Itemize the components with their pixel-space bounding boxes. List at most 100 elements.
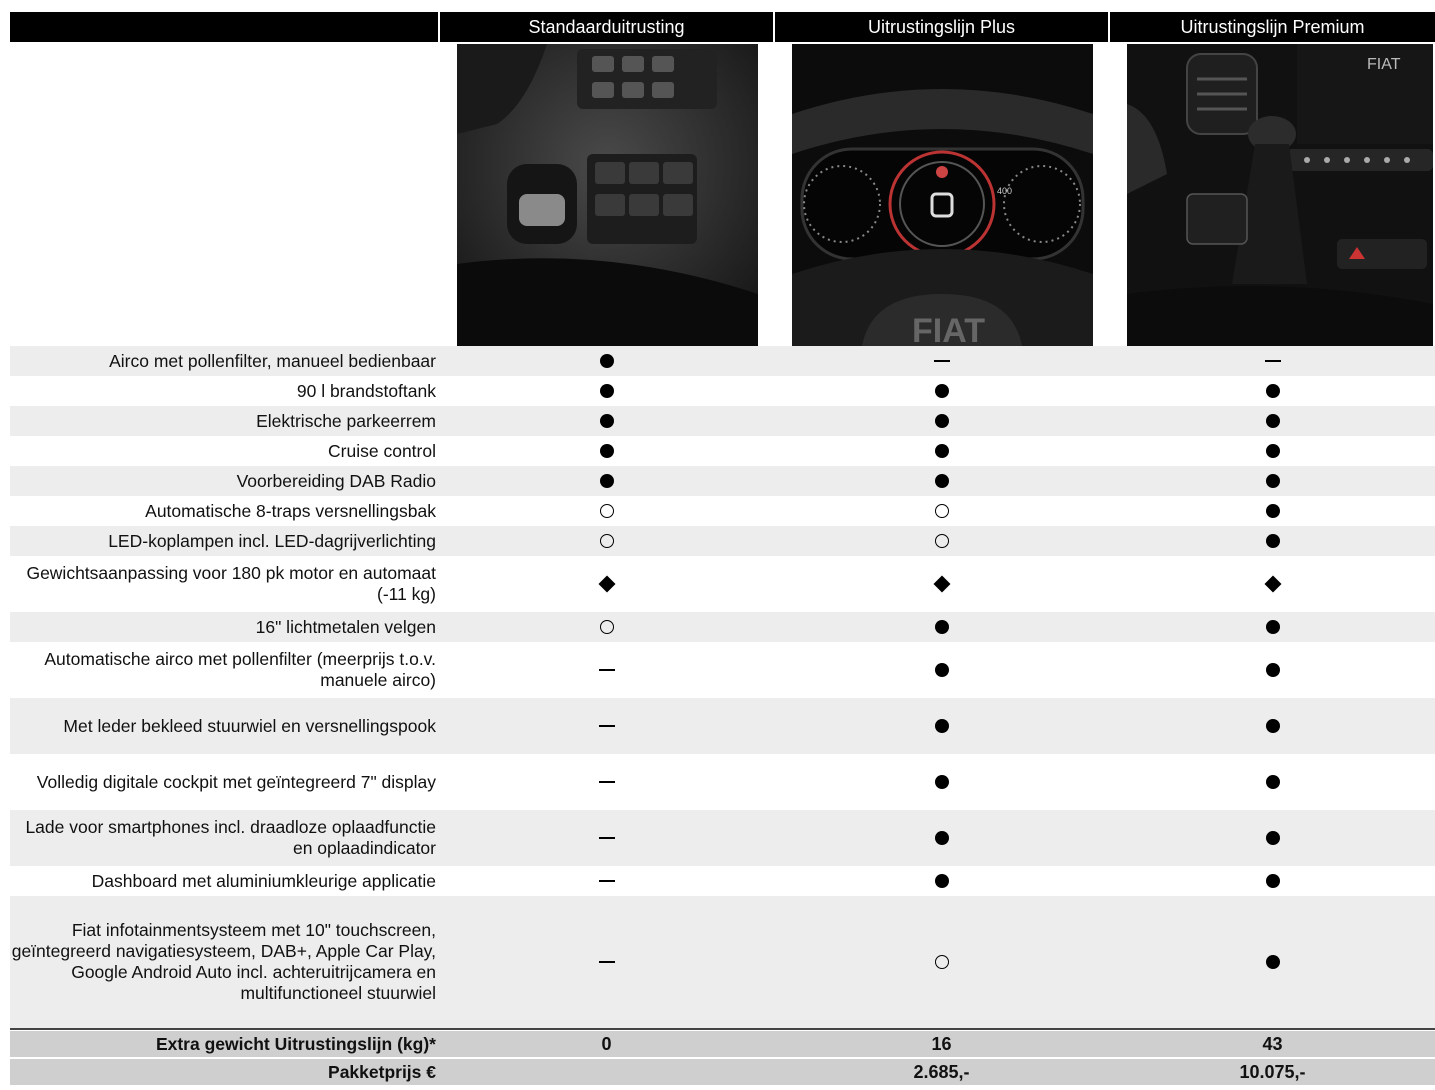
feature-value-cell [1110, 436, 1435, 466]
feature-value-cell [440, 346, 773, 376]
row-label: Automatische 8-traps versnellingsbak [145, 500, 436, 521]
row-label: Airco met pollenfilter, manueel bedienba… [109, 350, 436, 371]
feature-value-cell [440, 466, 773, 496]
feature-value-cell [1110, 496, 1435, 526]
feature-value-cell [440, 406, 773, 436]
standard-dot-icon [1265, 474, 1280, 488]
not-available-dash-icon [1264, 360, 1281, 362]
not-available-dash-icon [598, 781, 615, 783]
row-label: Lade voor smartphones incl. draadloze op… [25, 817, 436, 858]
feature-row: Voorbereiding DAB Radio [10, 466, 1435, 496]
feature-row: 16" lichtmetalen velgen [10, 612, 1435, 642]
feature-row: LED-koplampen incl. LED-dagrijverlichtin… [10, 526, 1435, 556]
standard-dot-icon [1265, 775, 1280, 789]
feature-value-cell [775, 698, 1108, 754]
standard-dot-icon [934, 775, 949, 789]
standard-dot-icon [1265, 719, 1280, 733]
feature-value-cell [775, 810, 1108, 866]
row-label: Pakketprijs € [328, 1061, 436, 1082]
feature-value-cell [1110, 810, 1435, 866]
feature-row: Fiat infotainmentsysteem met 10" touchsc… [10, 896, 1435, 1028]
svg-text:400: 400 [997, 186, 1012, 196]
automatic-shifter-image: FIAT [1127, 44, 1433, 346]
column-header-premium: Uitrustingslijn Premium [1110, 12, 1435, 42]
feature-value-cell [775, 466, 1108, 496]
feature-value-cell [440, 896, 773, 1028]
standard-dot-icon [1265, 831, 1280, 845]
standard-dot-icon [934, 414, 949, 428]
row-label: Volledig digitale cockpit met geïntegree… [36, 771, 436, 792]
standard-dot-icon [599, 444, 614, 458]
standard-dot-icon [599, 384, 614, 398]
row-label: Gewichtsaanpassing voor 180 pk motor en … [26, 563, 436, 604]
standard-dot-icon [599, 414, 614, 428]
total-value-cell: 16 [931, 1033, 952, 1054]
column-header-plus: Uitrustingslijn Plus [775, 12, 1108, 42]
optional-circle-icon [599, 534, 614, 548]
feature-value-cell [1110, 526, 1435, 556]
feature-value-cell [1110, 642, 1435, 698]
svg-text:FIAT: FIAT [1367, 56, 1401, 73]
feature-value-cell [440, 810, 773, 866]
feature-value-cell [1110, 866, 1435, 896]
standard-dot-icon [1265, 444, 1280, 458]
row-label: Fiat infotainmentsysteem met 10" touchsc… [11, 920, 436, 1003]
feature-value-cell [775, 754, 1108, 810]
totals-divider [10, 1028, 1435, 1030]
weight-diamond-icon [1264, 575, 1281, 593]
row-label: Automatische airco met pollenfilter (mee… [44, 649, 436, 690]
feature-value-cell [775, 866, 1108, 896]
row-label: 90 l brandstoftank [296, 380, 436, 401]
digital-cockpit-image: 400 FIAT [792, 44, 1093, 346]
optional-circle-icon [934, 504, 949, 518]
standard-dot-icon [934, 620, 949, 634]
feature-row: 90 l brandstoftank [10, 376, 1435, 406]
standard-dot-icon [1265, 534, 1280, 548]
feature-value-cell [440, 526, 773, 556]
standard-dot-icon [1265, 620, 1280, 634]
feature-value-cell [1110, 376, 1435, 406]
feature-value-cell [1110, 896, 1435, 1028]
feature-value-cell [775, 496, 1108, 526]
standard-dot-icon [599, 474, 614, 488]
standard-dot-icon [934, 874, 949, 888]
total-value-cell: 43 [1262, 1033, 1283, 1054]
gear-lever-interior-image [457, 44, 758, 346]
standard-dot-icon [934, 719, 949, 733]
row-label: Elektrische parkeerrem [256, 410, 436, 431]
feature-value-cell [440, 556, 773, 612]
feature-value-cell [1110, 346, 1435, 376]
feature-row: Airco met pollenfilter, manueel bedienba… [10, 346, 1435, 376]
feature-value-cell [775, 612, 1108, 642]
not-available-dash-icon [598, 669, 615, 671]
standard-dot-icon [1265, 663, 1280, 677]
optional-circle-icon [599, 504, 614, 518]
optional-circle-icon [599, 620, 614, 634]
feature-value-cell [440, 612, 773, 642]
feature-row: Dashboard met aluminiumkleurige applicat… [10, 866, 1435, 896]
standard-dot-icon [1265, 874, 1280, 888]
row-label: Extra gewicht Uitrustingslijn (kg)* [155, 1033, 436, 1054]
weight-diamond-icon [598, 575, 615, 593]
standard-dot-icon [934, 384, 949, 398]
feature-value-cell [775, 896, 1108, 1028]
row-label: Voorbereiding DAB Radio [236, 470, 436, 491]
row-label: Dashboard met aluminiumkleurige applicat… [91, 870, 436, 891]
not-available-dash-icon [598, 725, 615, 727]
total-value-cell: 10.075,- [1239, 1061, 1306, 1082]
feature-row: Gewichtsaanpassing voor 180 pk motor en … [10, 556, 1435, 612]
feature-value-cell [775, 642, 1108, 698]
feature-value-cell [1110, 466, 1435, 496]
total-row: Extra gewicht Uitrustingslijn (kg)* 0 16 43 [10, 1031, 1435, 1057]
standard-dot-icon [934, 831, 949, 845]
header-blank-cell [10, 12, 438, 42]
standard-dot-icon [599, 354, 614, 368]
feature-value-cell [1110, 556, 1435, 612]
weight-diamond-icon [933, 575, 950, 593]
feature-value-cell [775, 436, 1108, 466]
feature-value-cell [775, 526, 1108, 556]
standard-dot-icon [1265, 504, 1280, 518]
standard-dot-icon [934, 474, 949, 488]
total-value-cell: 0 [601, 1033, 612, 1054]
feature-row: Elektrische parkeerrem [10, 406, 1435, 436]
